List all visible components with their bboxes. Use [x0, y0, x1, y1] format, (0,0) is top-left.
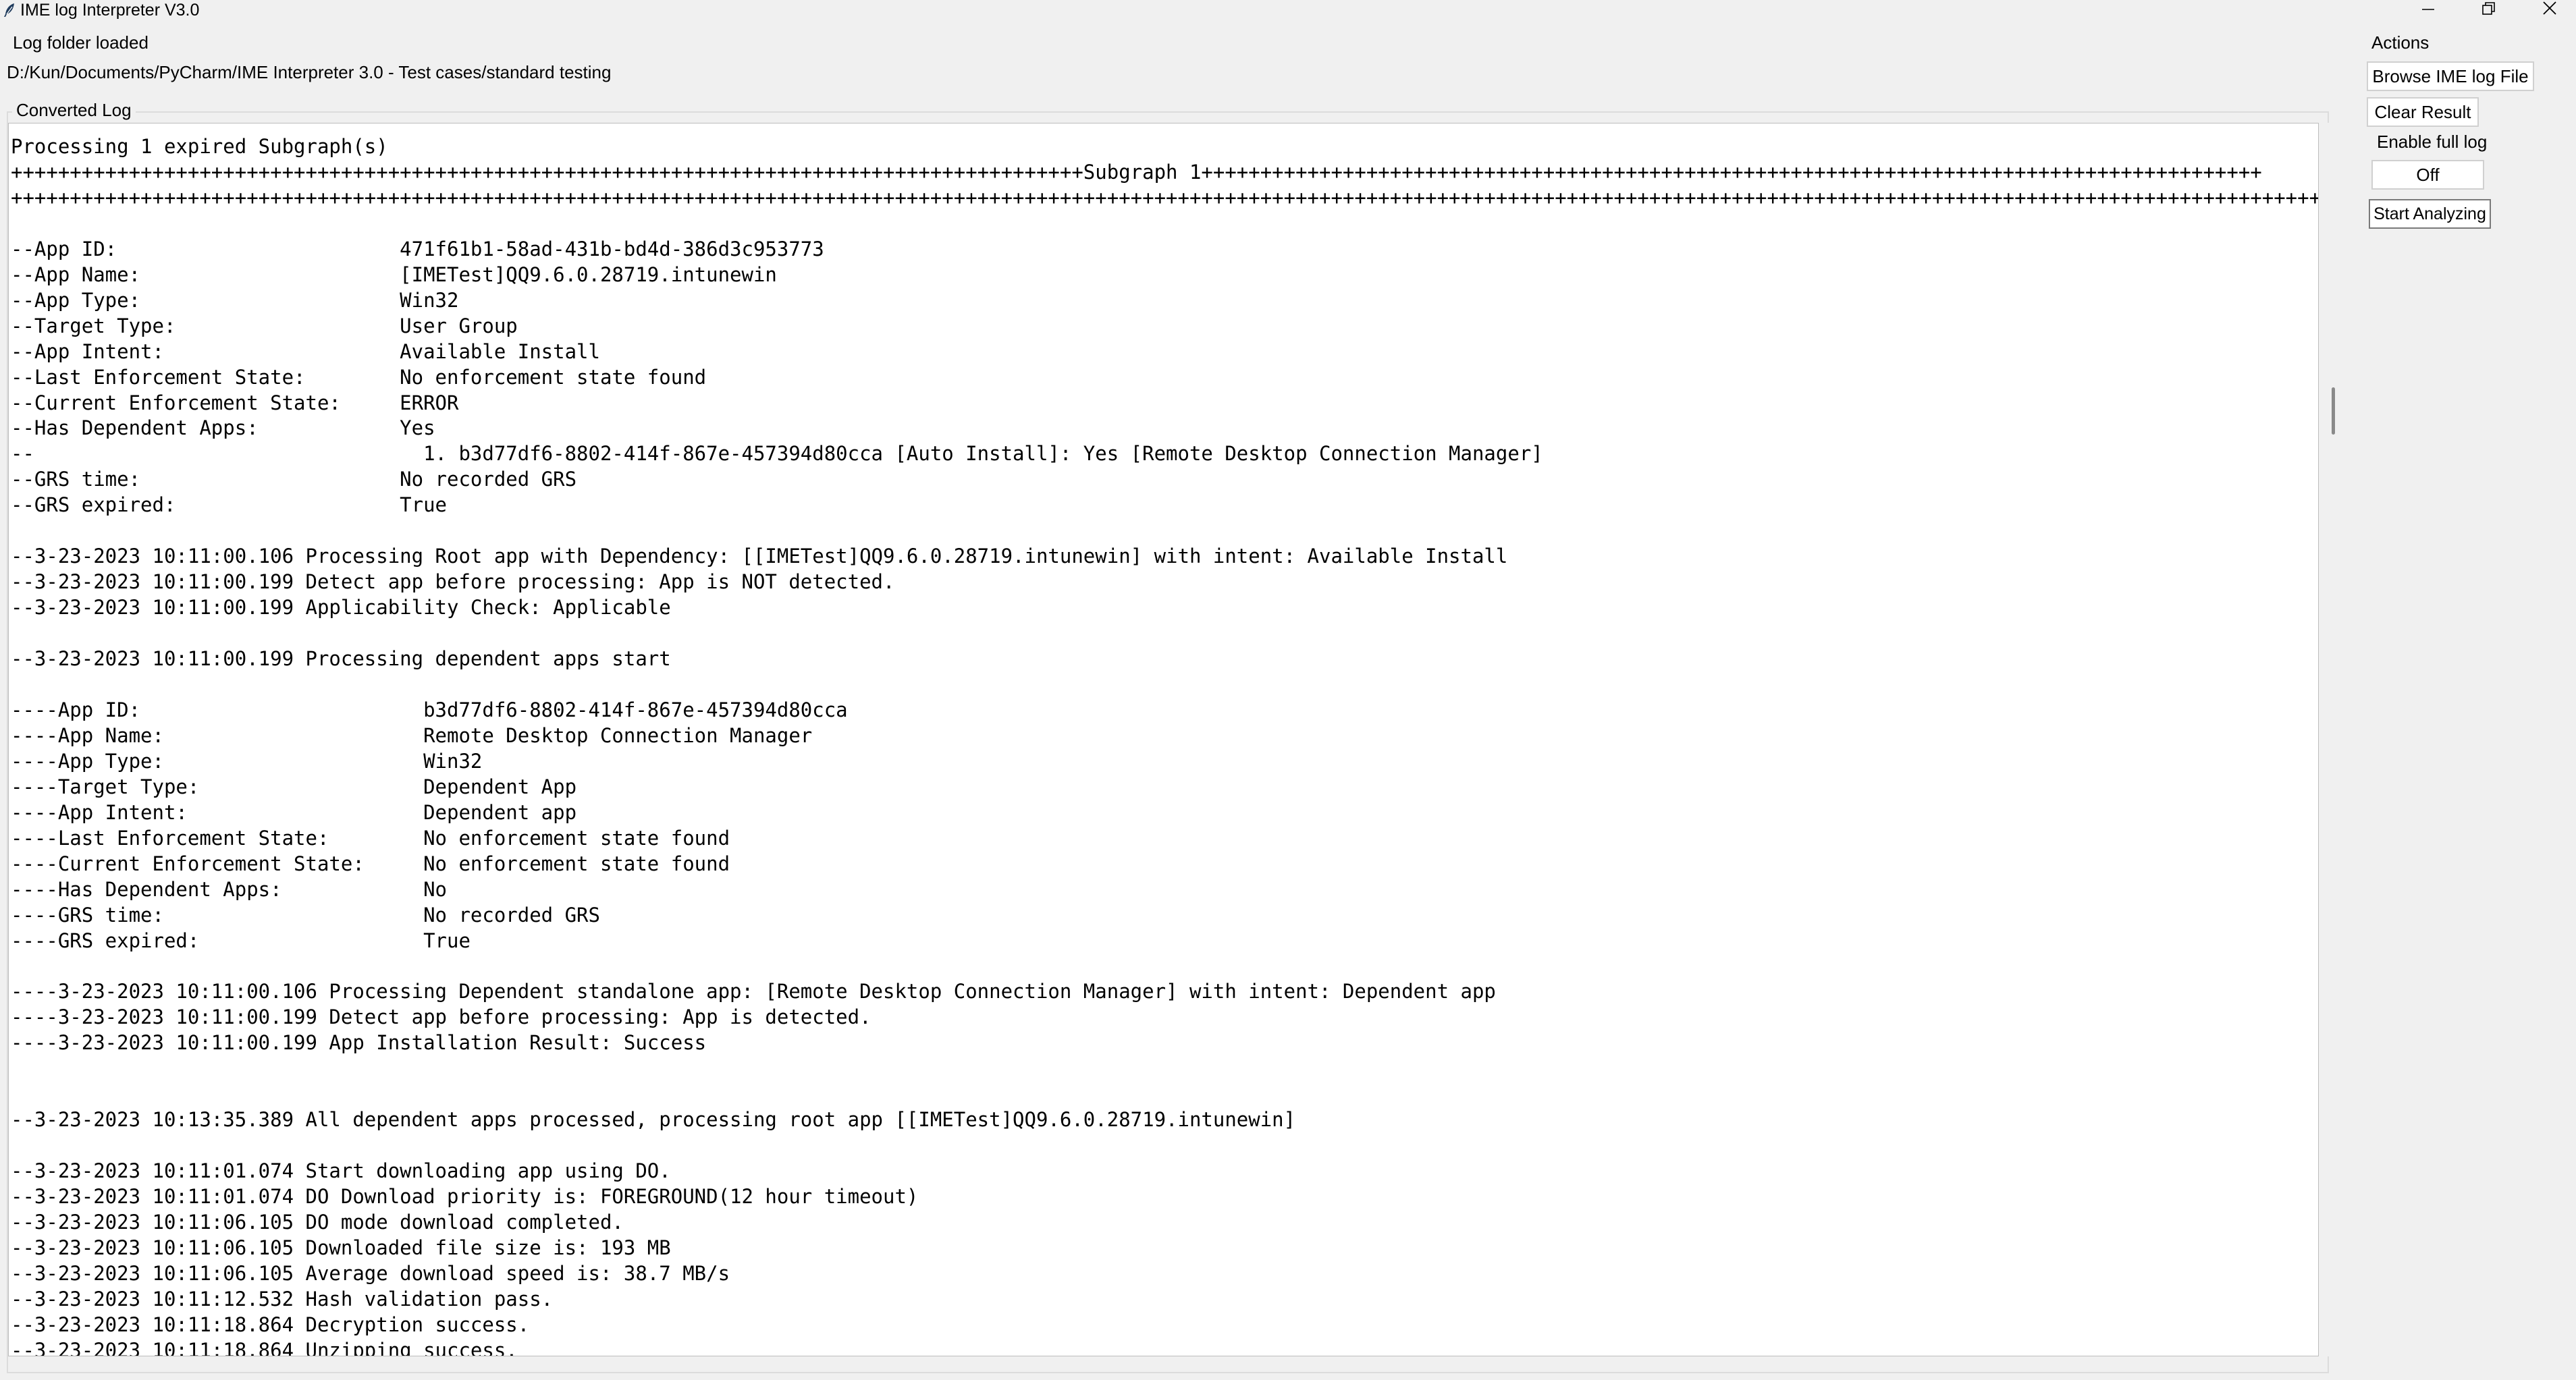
- title-bar[interactable]: IME log Interpreter V3.0: [0, 0, 2576, 20]
- log-line: ----3-23-2023 10:11:00.106 Processing De…: [11, 980, 1496, 1003]
- log-line: --Last Enforcement State: No enforcement…: [11, 365, 707, 389]
- log-line: --3-23-2023 10:11:06.105 DO mode downloa…: [11, 1211, 624, 1234]
- log-line: ++++++++++++++++++++++++++++++++++++++++…: [11, 186, 2319, 209]
- browse-log-button[interactable]: Browse IME log File: [2367, 61, 2534, 91]
- log-line: --3-23-2023 10:11:01.074 DO Download pri…: [11, 1185, 919, 1209]
- log-line: --App Type: Win32: [11, 288, 459, 312]
- log-line: --Target Type: User Group: [11, 314, 518, 337]
- log-line: --3-23-2023 10:11:01.074 Start downloadi…: [11, 1159, 671, 1183]
- log-line: --3-23-2023 10:11:00.199 Applicability C…: [11, 596, 671, 619]
- log-line: ----3-23-2023 10:11:00.199 Detect app be…: [11, 1005, 871, 1029]
- minimize-icon: [2422, 9, 2434, 10]
- log-line: --App ID: 471f61b1-58ad-431b-bd4d-386d3c…: [11, 237, 824, 260]
- log-line: ----App Name: Remote Desktop Connection …: [11, 723, 813, 747]
- log-line: ----Target Type: Dependent App: [11, 775, 577, 798]
- log-line: ----Last Enforcement State: No enforceme…: [11, 826, 730, 850]
- full-log-group-label: Enable full log: [2377, 132, 2488, 152]
- log-line: --App Intent: Available Install: [11, 339, 600, 363]
- scrollbar-thumb[interactable]: [2332, 387, 2335, 435]
- close-button[interactable]: [2525, 0, 2576, 20]
- log-line: --3-23-2023 10:11:12.532 Hash validation…: [11, 1287, 554, 1310]
- app-window: IME log Interpreter V3.0 Log folder load…: [0, 0, 2576, 1380]
- feather-icon: [3, 3, 16, 18]
- window-title: IME log Interpreter V3.0: [20, 1, 200, 20]
- log-line: --3-23-2023 10:11:18.864 Unzipping succe…: [11, 1338, 518, 1356]
- log-line: --GRS expired: True: [11, 493, 448, 517]
- log-text: Processing 1 expired Subgraph(s) +++++++…: [11, 134, 2319, 1356]
- log-line: --3-23-2023 10:11:06.105 Average downloa…: [11, 1261, 730, 1285]
- folder-group-label: Log folder loaded: [13, 32, 149, 53]
- close-icon: [2543, 1, 2556, 15]
- full-log-toggle-button[interactable]: Off: [2371, 160, 2484, 190]
- restore-icon: [2482, 2, 2495, 15]
- log-line: ++++++++++++++++++++++++++++++++++++++++…: [11, 160, 2262, 184]
- log-line: --GRS time: No recorded GRS: [11, 468, 577, 491]
- horizontal-scrollbar[interactable]: [8, 1356, 2319, 1371]
- log-line: -- 1. b3d77df6-8802-414f-867e-457394d80c…: [11, 442, 1543, 466]
- converted-log-textarea[interactable]: Processing 1 expired Subgraph(s) +++++++…: [8, 123, 2319, 1356]
- converted-log-label: Converted Log: [12, 99, 136, 121]
- clear-result-button[interactable]: Clear Result: [2367, 97, 2479, 127]
- folder-path: D:/Kun/Documents/PyCharm/IME Interpreter…: [7, 62, 612, 82]
- log-line: ----App ID: b3d77df6-8802-414f-867e-4573…: [11, 698, 848, 721]
- minimize-button[interactable]: [2403, 0, 2457, 20]
- log-line: --3-23-2023 10:11:00.106 Processing Root…: [11, 545, 1508, 568]
- log-line: ----Has Dependent Apps: No: [11, 877, 448, 901]
- log-line: ----App Intent: Dependent app: [11, 800, 577, 824]
- log-line: --3-23-2023 10:13:35.389 All dependent a…: [11, 1108, 1296, 1132]
- log-line: --Has Dependent Apps: Yes: [11, 416, 435, 440]
- log-line: ----3-23-2023 10:11:00.199 App Installat…: [11, 1031, 707, 1055]
- log-line: ----Current Enforcement State: No enforc…: [11, 852, 730, 875]
- log-line: --3-23-2023 10:11:00.199 Detect app befo…: [11, 570, 895, 594]
- log-line: ----GRS time: No recorded GRS: [11, 903, 600, 927]
- log-line: Processing 1 expired Subgraph(s): [11, 135, 388, 158]
- log-line: --Current Enforcement State: ERROR: [11, 391, 459, 414]
- log-line: --3-23-2023 10:11:06.105 Downloaded file…: [11, 1236, 671, 1259]
- start-analyzing-button[interactable]: Start Analyzing: [2369, 199, 2491, 229]
- log-line: --App Name: [IMETest]QQ9.6.0.28719.intun…: [11, 263, 777, 286]
- log-line: --3-23-2023 10:11:18.864 Decryption succ…: [11, 1313, 530, 1336]
- actions-group-label: Actions: [2371, 32, 2430, 53]
- log-line: ----App Type: Win32: [11, 749, 483, 773]
- log-line: ----GRS expired: True: [11, 929, 471, 952]
- log-line: --3-23-2023 10:11:00.199 Processing depe…: [11, 647, 671, 671]
- vertical-scrollbar[interactable]: [2319, 123, 2338, 1356]
- maximize-button[interactable]: [2464, 0, 2518, 20]
